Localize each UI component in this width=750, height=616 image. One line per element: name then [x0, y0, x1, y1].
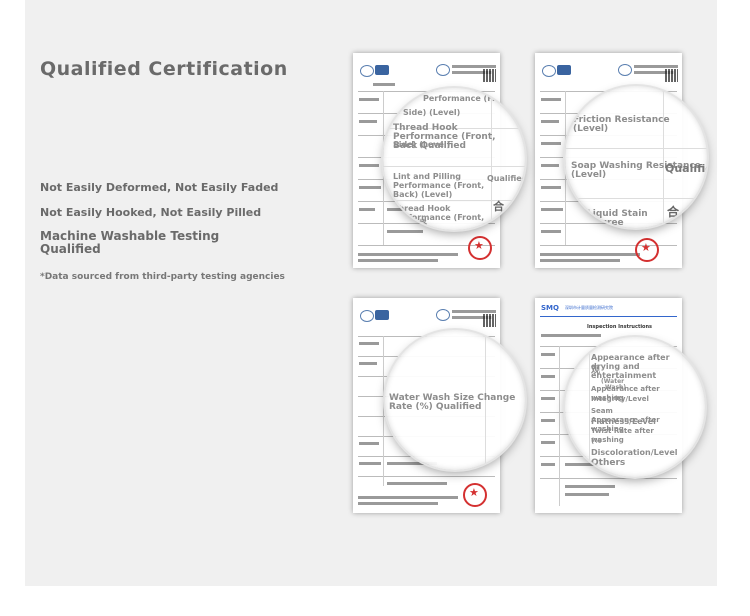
ilac-logo-icon	[375, 310, 389, 320]
doc2-line-5: 合	[667, 205, 680, 219]
doc4-line-1: Appearance after drying and entertainmen…	[591, 353, 670, 380]
inspection-title: Inspection Instructions	[587, 324, 653, 330]
doc1-line-9: 格	[419, 219, 427, 228]
source-note: *Data sourced from third-party testing a…	[40, 272, 285, 282]
magnifier-doc4: Appearance after drying and entertainmen…	[565, 337, 705, 477]
cnas-logo-icon	[360, 310, 374, 322]
feature-deform-fade: Not Easily Deformed, Not Easily Faded	[40, 181, 279, 194]
qr-code-icon	[483, 69, 496, 82]
smq-agency-name: 深圳市计量质量检测研究院	[565, 305, 613, 310]
agency-logo-icon	[436, 64, 450, 76]
doc1-line-8: 合	[493, 200, 504, 213]
magnifier-doc2: Friction Resistance (Level) Soap Washing…	[565, 86, 707, 228]
qr-code-icon	[665, 69, 678, 82]
magnifier-doc3: Water Wash Size Change Rate (%) Qualifie…	[385, 330, 525, 470]
agency-logo-icon	[618, 64, 632, 76]
doc2-line-3: Qualified	[665, 162, 707, 175]
doc4-line-9: Twist Rate after washing	[591, 427, 654, 444]
ilac-logo-icon	[557, 65, 571, 75]
doc4-line-8: Flatness/Level	[591, 417, 656, 426]
doc1-line-5: Lint and Pilling Performance (Front, Bac…	[393, 172, 485, 199]
doc3-line-1: Water Wash Size Change Rate (%) Qualifie…	[389, 393, 516, 412]
qr-code-icon	[483, 314, 496, 327]
seal-stamp-icon	[635, 238, 659, 262]
smq-logo: SMQ	[541, 304, 559, 312]
doc4-line-6: Integrity/Level	[591, 395, 649, 403]
agency-logo-icon	[436, 309, 450, 321]
cnas-logo-icon	[542, 65, 556, 77]
page-title: Qualified Certification	[40, 58, 288, 80]
doc2-line-1: Friction Resistance (Level)	[573, 115, 670, 134]
feature-hook-pill: Not Easily Hooked, Not Easily Pilled	[40, 206, 262, 219]
doc1-line-1: Performance (Front,	[423, 94, 515, 103]
doc4-line-2: 观	[591, 366, 601, 376]
doc4-line-12: Others	[591, 458, 626, 468]
doc4-line-10: (%	[591, 437, 602, 445]
feature-machine-wash: Machine Washable Testing Qualified	[40, 229, 220, 256]
doc1-line-2: Side) (Level)	[403, 108, 461, 117]
cnas-logo-icon	[360, 65, 374, 77]
doc1-line-4: Side) (Level)	[393, 140, 451, 149]
doc1-line-7: Thread Hook Performance (Front, Back	[393, 204, 485, 230]
doc2-line-4: Liquid Stain Degree	[587, 209, 648, 228]
seal-stamp-icon	[463, 483, 487, 507]
magnifier-doc1: Performance (Front, Side) (Level) Thread…	[383, 88, 525, 230]
doc4-line-11: Discoloration/Level	[591, 448, 678, 457]
document-header	[358, 306, 496, 334]
seal-stamp-icon	[468, 236, 492, 260]
document-header	[540, 61, 678, 89]
doc1-line-6: Qualified	[487, 174, 525, 183]
ilac-logo-icon	[375, 65, 389, 75]
